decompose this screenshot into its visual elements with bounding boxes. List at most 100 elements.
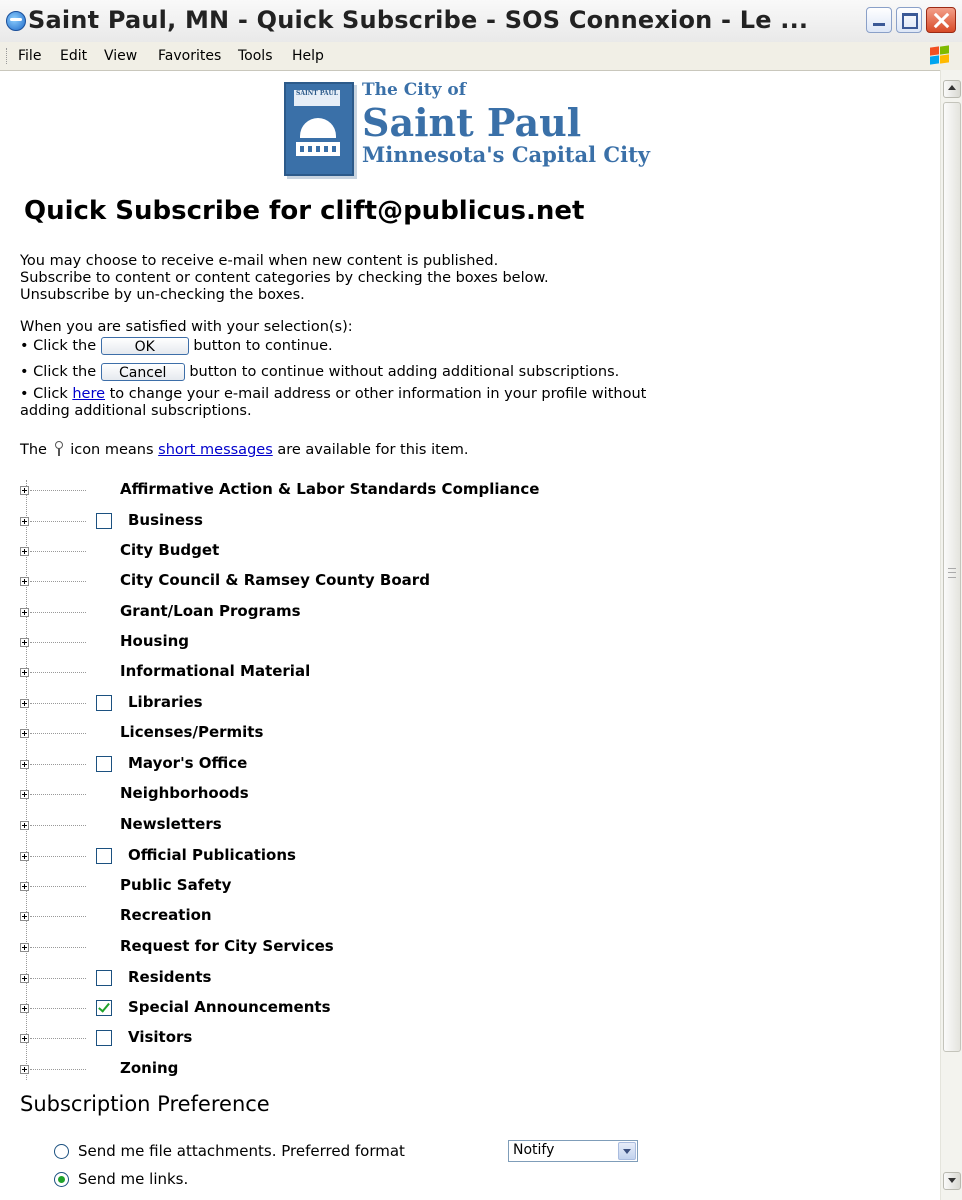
close-button[interactable]: [926, 7, 956, 33]
minimize-button[interactable]: [866, 7, 892, 33]
tree-branch-line: [30, 856, 86, 857]
menu-tools[interactable]: Tools: [238, 48, 273, 64]
bullet-here-pre: • Click: [20, 386, 68, 402]
here-link[interactable]: here: [72, 386, 105, 402]
menu-view[interactable]: View: [104, 48, 137, 64]
expand-plus-icon[interactable]: [20, 547, 29, 556]
menu-grip: [6, 48, 9, 64]
format-select[interactable]: Notify: [508, 1140, 638, 1162]
scroll-up-button[interactable]: [943, 80, 961, 98]
expand-plus-icon[interactable]: [20, 821, 29, 830]
links-radio[interactable]: [54, 1172, 69, 1187]
tree-branch-line: [30, 490, 86, 491]
tree-item: Zoning: [18, 1057, 718, 1087]
expand-plus-icon[interactable]: [20, 668, 29, 677]
logo-line-1: The City of: [362, 80, 467, 100]
expand-plus-icon[interactable]: [20, 852, 29, 861]
expand-plus-icon[interactable]: [20, 577, 29, 586]
scroll-thumb[interactable]: [943, 102, 961, 1052]
tree-item-label: Newsletters: [120, 815, 222, 833]
page-content: SAINT PAUL The City of Saint Paul Minnes…: [18, 70, 936, 1200]
attachments-radio[interactable]: [54, 1144, 69, 1159]
bullet-here-line-2: adding additional subscriptions.: [20, 403, 252, 419]
windows-logo-icon: [930, 45, 950, 65]
tree-item: Neighborhoods: [18, 782, 718, 812]
menu-favorites[interactable]: Favorites: [158, 48, 221, 64]
bullet-ok-post: button to continue.: [193, 338, 333, 354]
subscribe-checkbox[interactable]: [96, 1030, 112, 1046]
arrow-up-icon: [948, 85, 956, 90]
expand-plus-icon[interactable]: [20, 760, 29, 769]
tree-item: Informational Material: [18, 660, 718, 690]
tree-item-label: Request for City Services: [120, 937, 334, 955]
tree-item-label: Special Announcements: [128, 998, 331, 1016]
tree-item-label: Public Safety: [120, 876, 232, 894]
bullet-ok-pre: • Click the: [20, 338, 97, 354]
icon-note-post: are available for this item.: [277, 442, 469, 458]
tree-item: Recreation: [18, 904, 718, 934]
subscribe-checkbox[interactable]: [96, 695, 112, 711]
cancel-button[interactable]: Cancel: [100, 363, 185, 381]
expand-plus-icon[interactable]: [20, 943, 29, 952]
expand-plus-icon[interactable]: [20, 517, 29, 526]
menu-bar: File Edit View Favorites Tools Help: [0, 42, 962, 71]
icon-note-pre: The: [20, 442, 47, 458]
tree-item: City Budget: [18, 539, 718, 569]
subscribe-checkbox[interactable]: [96, 756, 112, 772]
tree-item: Request for City Services: [18, 935, 718, 965]
expand-plus-icon[interactable]: [20, 608, 29, 617]
tree-branch-line: [30, 886, 86, 887]
tree-item: Visitors: [18, 1026, 718, 1056]
window-title: Saint Paul, MN - Quick Subscribe - SOS C…: [28, 6, 809, 34]
capitol-base-icon: [296, 142, 340, 156]
menu-help[interactable]: Help: [292, 48, 324, 64]
expand-plus-icon[interactable]: [20, 1004, 29, 1013]
title-bar: Saint Paul, MN - Quick Subscribe - SOS C…: [0, 0, 962, 43]
tree-branch-line: [30, 978, 86, 979]
intro-line-3: Unsubscribe by un-checking the boxes.: [20, 287, 305, 303]
expand-plus-icon[interactable]: [20, 1034, 29, 1043]
tree-item-label: Mayor's Office: [128, 754, 248, 772]
expand-plus-icon[interactable]: [20, 790, 29, 799]
tree-branch-line: [30, 581, 86, 582]
chevron-down-icon[interactable]: [618, 1142, 636, 1160]
tree-branch-line: [30, 521, 86, 522]
icon-note-mid: icon means: [70, 442, 154, 458]
expand-plus-icon[interactable]: [20, 729, 29, 738]
tree-item-label: Affirmative Action & Labor Standards Com…: [120, 480, 540, 498]
tree-item: Newsletters: [18, 813, 718, 843]
bullet-ok: • Click the OK button to continue.: [20, 336, 333, 356]
tree-item: Licenses/Permits: [18, 721, 718, 751]
tree-item-label: Neighborhoods: [120, 784, 249, 802]
tree-item-label: Official Publications: [128, 846, 296, 864]
vertical-scrollbar[interactable]: [940, 70, 962, 1200]
tree-branch-line: [30, 672, 86, 673]
bullet-cancel-post: button to continue without adding additi…: [189, 364, 620, 380]
expand-plus-icon[interactable]: [20, 974, 29, 983]
expand-plus-icon[interactable]: [20, 1065, 29, 1074]
subscribe-checkbox[interactable]: [96, 1000, 112, 1016]
subscribe-checkbox[interactable]: [96, 848, 112, 864]
intro-line-1: You may choose to receive e-mail when ne…: [20, 253, 499, 269]
tree-item: Business: [18, 509, 718, 539]
expand-plus-icon[interactable]: [20, 699, 29, 708]
tree-branch-line: [30, 825, 86, 826]
expand-plus-icon[interactable]: [20, 912, 29, 921]
expand-plus-icon[interactable]: [20, 486, 29, 495]
ok-button[interactable]: OK: [100, 337, 189, 355]
menu-file[interactable]: File: [18, 48, 41, 64]
tree-branch-line: [30, 733, 86, 734]
tree-item-label: Residents: [128, 968, 212, 986]
tree-item-label: Recreation: [120, 906, 212, 924]
internet-explorer-icon: [6, 11, 26, 31]
tree-branch-line: [30, 764, 86, 765]
expand-plus-icon[interactable]: [20, 882, 29, 891]
scroll-down-button[interactable]: [943, 1172, 961, 1190]
subscribe-checkbox[interactable]: [96, 970, 112, 986]
menu-edit[interactable]: Edit: [60, 48, 87, 64]
expand-plus-icon[interactable]: [20, 638, 29, 647]
short-messages-link[interactable]: short messages: [158, 442, 273, 458]
subscribe-checkbox[interactable]: [96, 513, 112, 529]
maximize-button[interactable]: [896, 7, 922, 33]
tree-item-label: City Council & Ramsey County Board: [120, 571, 430, 589]
